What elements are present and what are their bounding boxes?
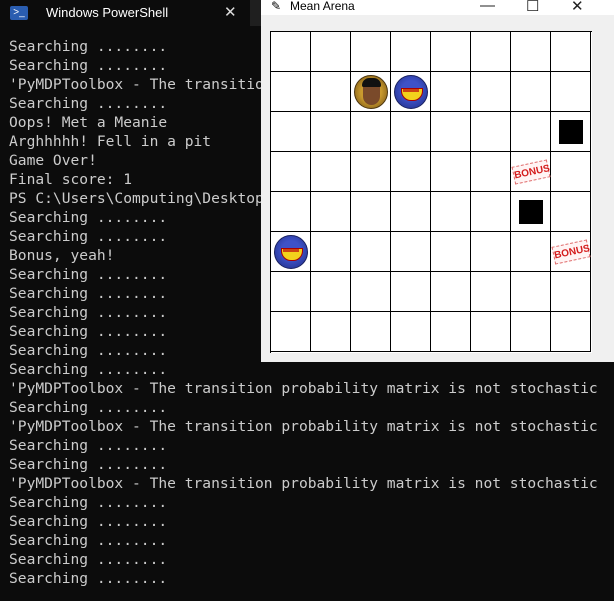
grid-cell xyxy=(551,312,591,352)
grid-cell xyxy=(471,192,511,232)
mean-arena-window: ✎ Mean Arena — ☐ ✕ BONUS BONUS xyxy=(261,0,614,362)
grid-cell xyxy=(311,112,351,152)
grid-cell xyxy=(391,192,431,232)
grid-cell xyxy=(511,272,551,312)
meanie-token xyxy=(394,75,428,109)
grid-cell xyxy=(271,112,311,152)
grid-cell xyxy=(551,272,591,312)
feather-icon: ✎ xyxy=(271,0,282,13)
console-line: Searching ........ xyxy=(9,570,168,587)
grid-cell xyxy=(391,272,431,312)
console-line: Searching ........ xyxy=(9,551,168,568)
pit-square xyxy=(559,120,583,144)
console-line: Searching ........ xyxy=(9,494,168,511)
grid-cell xyxy=(271,152,311,192)
grid-cell xyxy=(431,192,471,232)
close-icon[interactable]: ✕ xyxy=(571,0,584,15)
console-line: 'PyMDPToolbox - The transition probabili… xyxy=(9,475,598,492)
grid-cell xyxy=(351,272,391,312)
maximize-icon[interactable]: ☐ xyxy=(526,0,539,15)
grid-cell xyxy=(311,232,351,272)
grid-cell xyxy=(391,32,431,72)
powershell-tab[interactable]: >_ Windows PowerShell ✕ xyxy=(0,0,250,26)
grid-cell xyxy=(311,32,351,72)
grid-cell xyxy=(431,272,471,312)
grid-cell xyxy=(471,72,511,112)
grid-cell xyxy=(271,72,311,112)
grid-cell xyxy=(471,312,511,352)
grid-cell xyxy=(311,72,351,112)
grid-cell xyxy=(471,232,511,272)
console-line: 'PyMDPToolbox - The transition probabili… xyxy=(9,380,598,397)
grid-cell xyxy=(351,32,391,72)
player-token xyxy=(354,75,388,109)
player-hair xyxy=(362,78,381,87)
console-line: Searching ........ xyxy=(9,456,168,473)
grid-cell xyxy=(431,72,471,112)
console-line: Searching ........ xyxy=(9,513,168,530)
grid-cell xyxy=(511,112,551,152)
console-line: Searching ........ xyxy=(9,437,168,454)
grid-cell xyxy=(551,152,591,192)
powershell-tab-title: Windows PowerShell xyxy=(46,5,169,20)
grid-cell xyxy=(391,152,431,192)
grid-cell xyxy=(511,312,551,352)
meanie-teeth xyxy=(403,89,419,92)
window-title: Mean Arena xyxy=(290,0,355,13)
grid-cell xyxy=(471,272,511,312)
grid-cell xyxy=(351,112,391,152)
grid-cell xyxy=(431,32,471,72)
grid-cell xyxy=(431,312,471,352)
console-line: 'PyMDPToolbox - The transition probabili… xyxy=(9,418,598,435)
console-line: Searching ........ xyxy=(9,532,168,549)
grid-cell xyxy=(431,112,471,152)
grid-cell xyxy=(391,312,431,352)
powershell-icon: >_ xyxy=(10,6,28,20)
meanie-token xyxy=(274,235,308,269)
grid-cell xyxy=(471,112,511,152)
grid-cell xyxy=(311,272,351,312)
grid-cell xyxy=(311,312,351,352)
grid-cell xyxy=(311,192,351,232)
grid-cell xyxy=(271,312,311,352)
grid-cell xyxy=(271,32,311,72)
arena-grid[interactable]: BONUS BONUS xyxy=(270,31,592,353)
minimize-icon[interactable]: — xyxy=(480,0,495,14)
grid-cell xyxy=(471,32,511,72)
grid-cell xyxy=(351,192,391,232)
grid-cell xyxy=(431,232,471,272)
grid-cell xyxy=(551,32,591,72)
grid-cell xyxy=(311,152,351,192)
grid-cell xyxy=(511,232,551,272)
pit-square xyxy=(519,200,543,224)
grid-cell xyxy=(271,192,311,232)
grid-cell xyxy=(511,72,551,112)
console-line: Searching ........ xyxy=(9,399,168,416)
grid-cell xyxy=(271,272,311,312)
grid-cell xyxy=(431,152,471,192)
grid-cell xyxy=(391,112,431,152)
grid-cell xyxy=(551,72,591,112)
console-line: Searching ........ xyxy=(9,361,168,378)
mean-arena-titlebar: ✎ Mean Arena — ☐ ✕ xyxy=(261,0,614,15)
meanie-teeth xyxy=(283,249,299,252)
grid-cell xyxy=(351,232,391,272)
grid-cell xyxy=(351,312,391,352)
grid-cell xyxy=(511,32,551,72)
grid-cell xyxy=(351,152,391,192)
grid-cell xyxy=(391,232,431,272)
close-icon[interactable]: ✕ xyxy=(224,3,237,21)
grid-cell xyxy=(471,152,511,192)
grid-cell xyxy=(551,192,591,232)
